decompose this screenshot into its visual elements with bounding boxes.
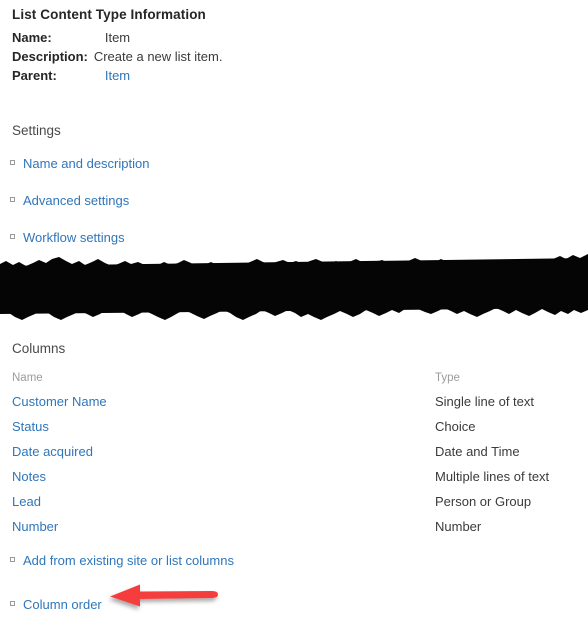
column-type-cell: Single line of text — [435, 394, 535, 409]
info-row-parent: Parent: Item — [12, 67, 222, 86]
settings-link-label[interactable]: Advanced settings — [23, 193, 129, 208]
square-bullet-icon — [10, 160, 15, 165]
column-header-type: Type — [435, 372, 460, 384]
column-header-name: Name — [12, 372, 43, 384]
square-bullet-icon — [10, 197, 15, 202]
column-link[interactable]: Customer Name — [12, 394, 107, 409]
columns-table: Name Type Customer Name Single line of t… — [12, 367, 576, 539]
column-type-cell: Choice — [435, 419, 476, 434]
settings-item-name-and-description[interactable]: Name and description — [10, 156, 149, 171]
square-bullet-icon — [10, 557, 15, 562]
table-row: Notes Multiple lines of text — [12, 464, 576, 489]
column-name-cell: Date acquired — [12, 439, 435, 464]
columns-heading: Columns — [12, 341, 66, 356]
info-label-name: Name: — [12, 30, 52, 45]
column-type-cell: Date and Time — [435, 444, 520, 459]
settings-link-label[interactable]: Name and description — [23, 156, 149, 171]
link-column-order[interactable]: Column order — [10, 597, 234, 612]
settings-link-list: Name and description Advanced settings W… — [10, 156, 149, 267]
table-row: Date acquired Date and Time — [12, 439, 576, 464]
column-link[interactable]: Number — [12, 519, 58, 534]
add-from-existing-columns-label[interactable]: Add from existing site or list columns — [23, 553, 234, 568]
column-type-cell: Person or Group — [435, 494, 532, 509]
column-name-cell: Status — [12, 414, 435, 439]
info-value-description: Create a new list item. — [93, 49, 223, 64]
column-link[interactable]: Status — [12, 419, 49, 434]
info-value-name: Item — [104, 30, 131, 45]
column-name-cell: Customer Name — [12, 389, 435, 414]
info-label-parent: Parent: — [12, 68, 57, 83]
table-row: Number Number — [12, 514, 576, 539]
parent-content-type-link[interactable]: Item — [105, 68, 130, 83]
table-row: Lead Person or Group — [12, 489, 576, 514]
link-add-from-existing-columns[interactable]: Add from existing site or list columns — [10, 553, 234, 568]
table-row: Customer Name Single line of text — [12, 389, 576, 414]
settings-link-label[interactable]: Workflow settings — [23, 230, 125, 245]
table-row: Status Choice — [12, 414, 576, 439]
column-link[interactable]: Notes — [12, 469, 46, 484]
info-row-description: Description: Create a new list item. — [12, 48, 222, 67]
column-order-label[interactable]: Column order — [23, 597, 102, 612]
column-type-cell: Number — [435, 519, 482, 534]
page-title: List Content Type Information — [12, 7, 206, 22]
column-link[interactable]: Lead — [12, 494, 41, 509]
settings-item-advanced-settings[interactable]: Advanced settings — [10, 193, 149, 208]
column-name-cell: Notes — [12, 464, 435, 489]
square-bullet-icon — [10, 234, 15, 239]
info-label-description: Description: — [12, 49, 88, 64]
info-row-name: Name: Item — [12, 29, 222, 48]
columns-table-header-row: Name Type — [12, 367, 576, 389]
columns-action-link-list: Add from existing site or list columns C… — [10, 553, 234, 641]
settings-item-workflow-settings[interactable]: Workflow settings — [10, 230, 149, 245]
settings-heading: Settings — [12, 123, 61, 138]
column-type-cell: Multiple lines of text — [435, 469, 550, 484]
column-name-cell: Lead — [12, 489, 435, 514]
info-value-parent: Item — [94, 67, 223, 86]
column-name-cell: Number — [12, 514, 435, 539]
column-link[interactable]: Date acquired — [12, 444, 93, 459]
square-bullet-icon — [10, 601, 15, 606]
content-type-info-table: Name: Item Description: Create a new lis… — [12, 29, 222, 86]
